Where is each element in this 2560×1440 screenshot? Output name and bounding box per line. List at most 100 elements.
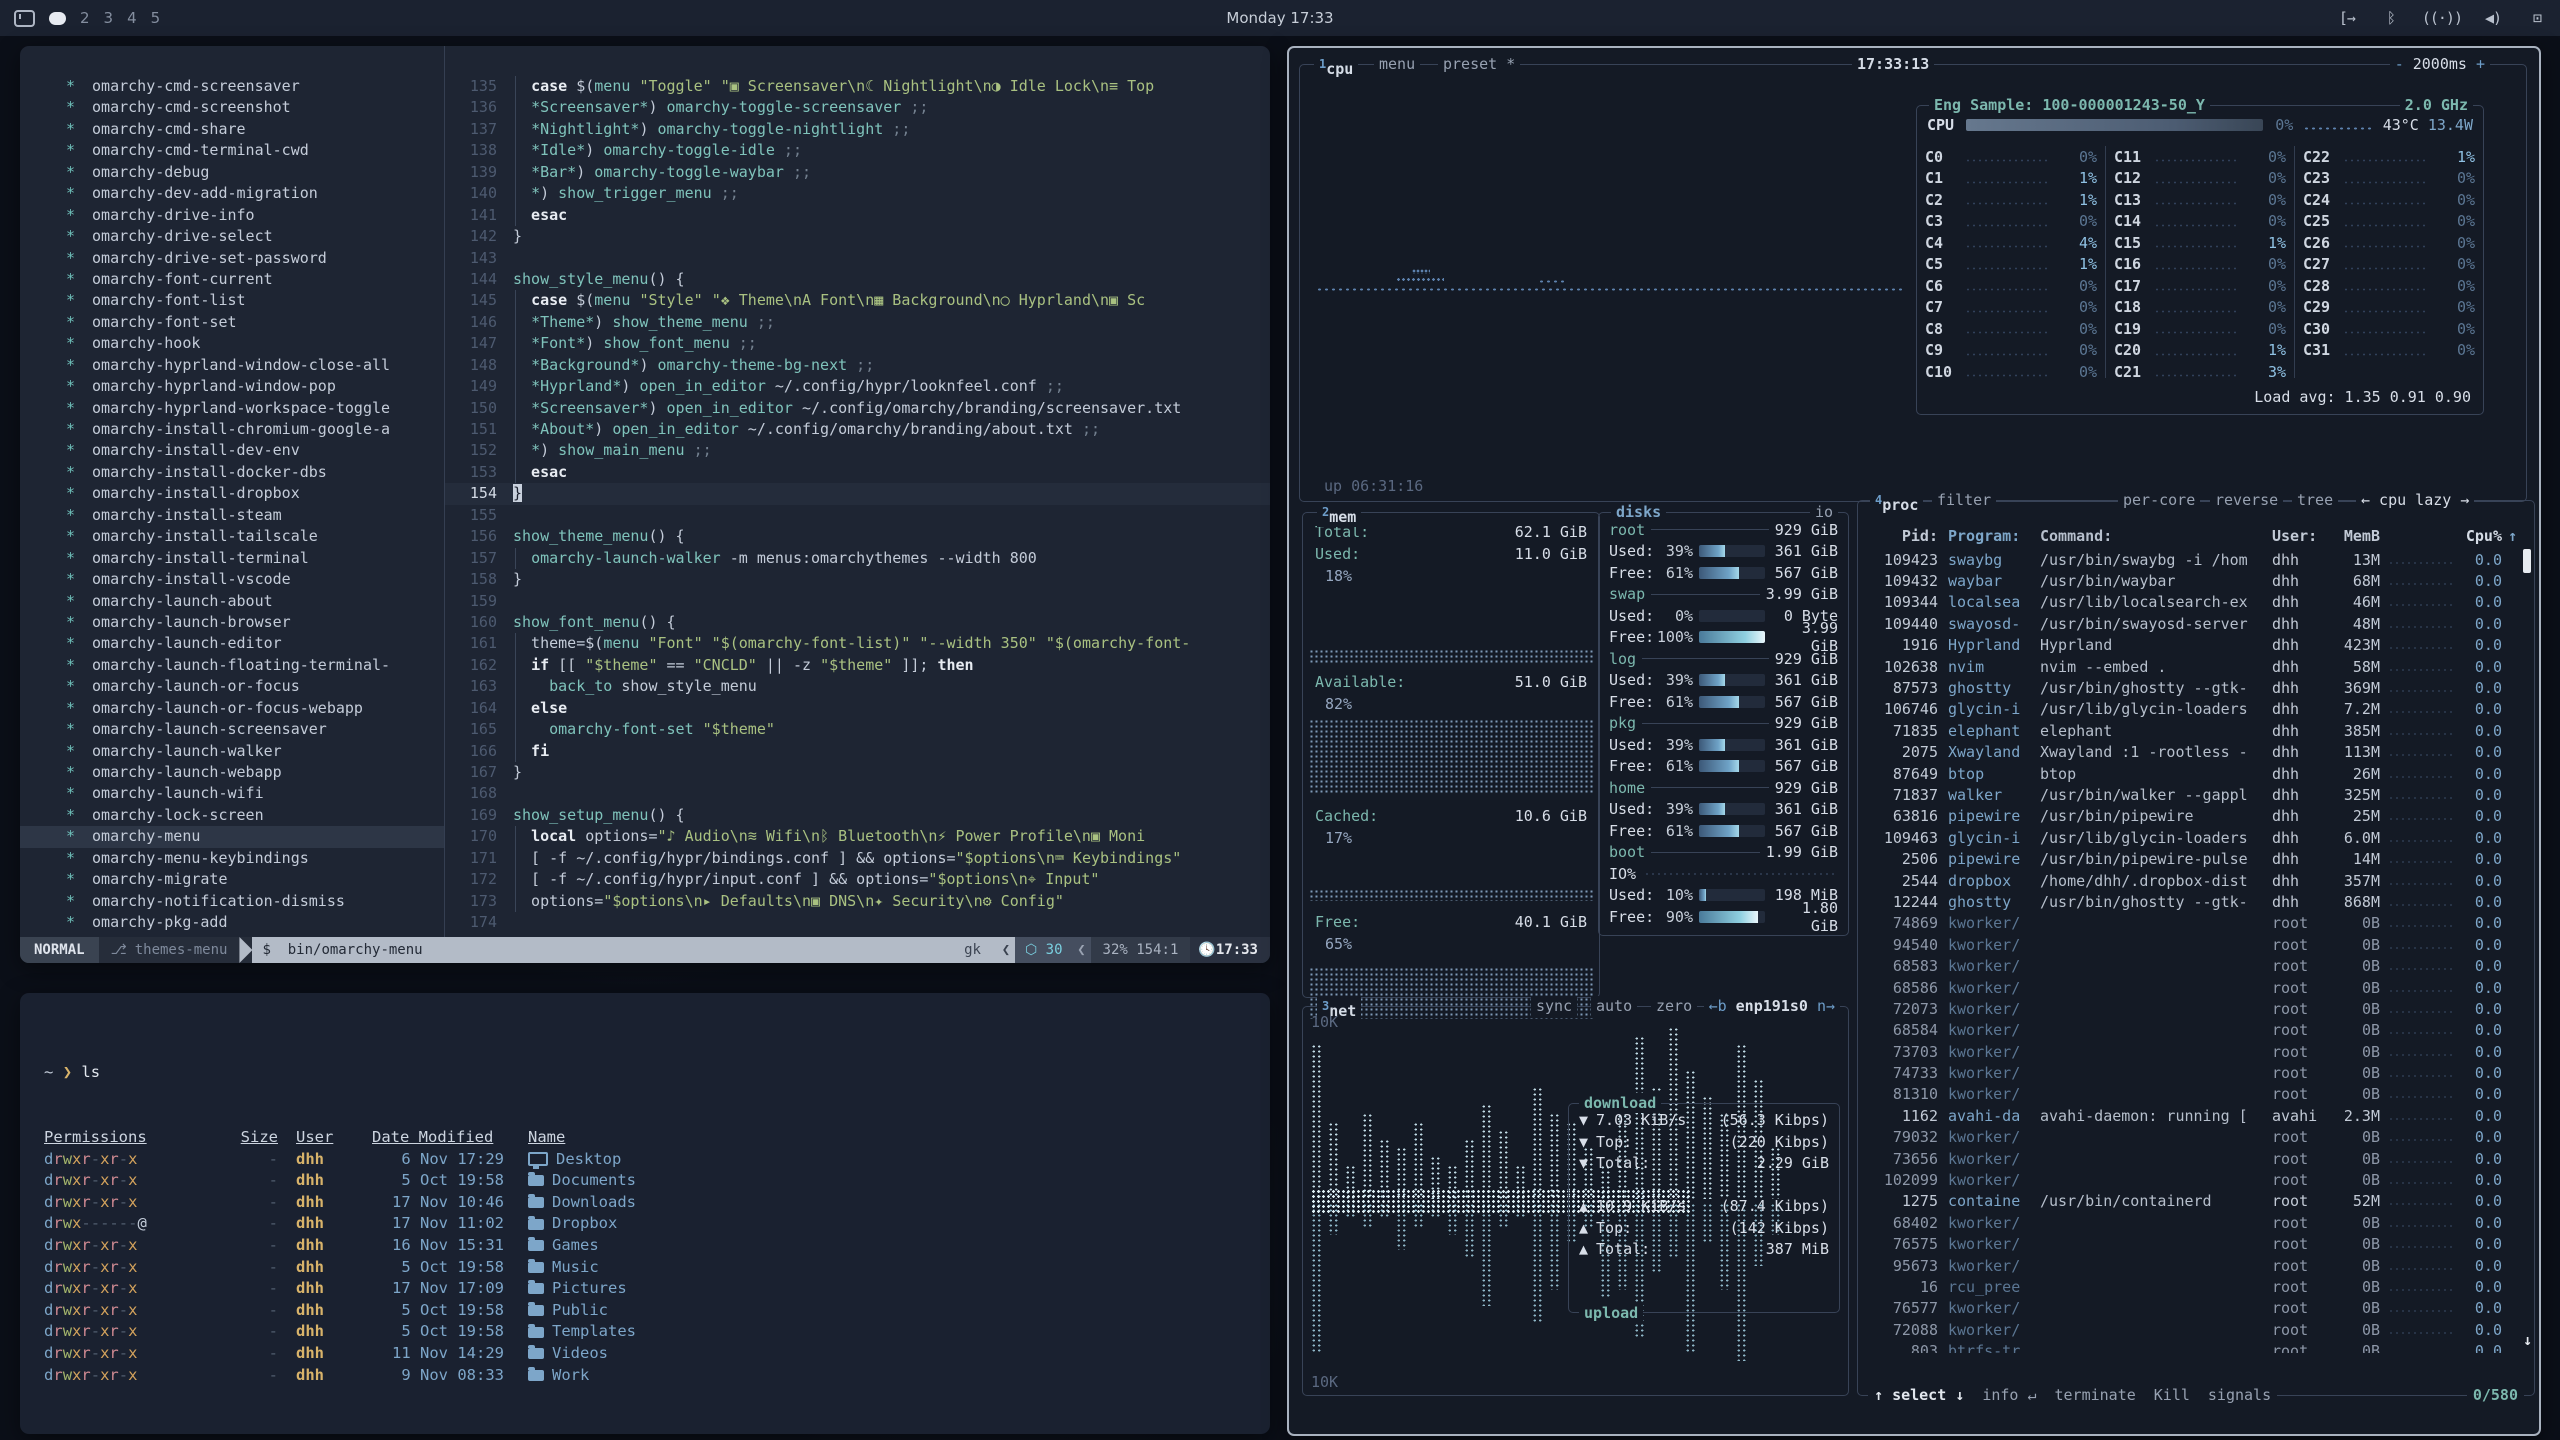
net-zero-button[interactable]: zero <box>1651 996 1697 1016</box>
net-auto-button[interactable]: auto <box>1591 996 1637 1016</box>
select-action[interactable]: select <box>1892 1386 1946 1404</box>
process-row[interactable]: 68586kworker/root0B0.0 <box>1858 977 2520 998</box>
interval-plus-button[interactable]: + <box>2476 55 2485 73</box>
file-item[interactable]: *omarchy-font-set <box>20 312 444 333</box>
menu-button[interactable]: menu <box>1374 54 1420 74</box>
file-item[interactable]: *omarchy-install-dropbox <box>20 483 444 504</box>
scroll-down-indicator[interactable]: ↓ <box>2523 1331 2532 1349</box>
process-row[interactable]: 68584kworker/root0B0.0 <box>1858 1020 2520 1041</box>
file-item[interactable]: *omarchy-cmd-share <box>20 119 444 140</box>
file-item[interactable]: *omarchy-launch-browser <box>20 612 444 633</box>
file-item[interactable]: *omarchy-notification-dismiss <box>20 891 444 912</box>
file-item[interactable]: *omarchy-install-steam <box>20 505 444 526</box>
process-row[interactable]: 1275containe/usr/bin/containerdroot52M0.… <box>1858 1191 2520 1212</box>
signals-action[interactable]: signals <box>2208 1384 2271 1406</box>
process-row[interactable]: 109463glycin-i/usr/lib/glycin-loadersdhh… <box>1858 827 2520 848</box>
file-item[interactable]: *omarchy-install-docker-dbs <box>20 462 444 483</box>
file-item[interactable]: *omarchy-menu-keybindings <box>20 848 444 869</box>
proc-scrollbar-thumb[interactable] <box>2523 549 2531 573</box>
net-sync-button[interactable]: sync <box>1531 996 1577 1016</box>
file-item[interactable]: *omarchy-launch-walker <box>20 741 444 762</box>
file-item[interactable]: *omarchy-hyprland-window-pop <box>20 376 444 397</box>
logout-icon[interactable]: [→ <box>2334 9 2360 27</box>
proc-filter-button[interactable]: filter <box>1932 490 1996 510</box>
io-mode-button[interactable]: io <box>1810 502 1838 522</box>
process-row[interactable]: 109432waybar/usr/bin/waybardhh68M0.0 <box>1858 570 2520 591</box>
file-item[interactable]: *omarchy-launch-about <box>20 591 444 612</box>
proc-reverse-button[interactable]: reverse <box>2210 490 2283 510</box>
process-row[interactable]: 2075XwaylandXwayland :1 -rootless -dhh11… <box>1858 742 2520 763</box>
proc-tree-button[interactable]: tree <box>2292 490 2338 510</box>
process-row[interactable]: 102638nvimnvim --embed .dhh58M0.0 <box>1858 656 2520 677</box>
file-item[interactable]: *omarchy-hyprland-window-close-all <box>20 355 444 376</box>
file-item[interactable]: *omarchy-launch-floating-terminal- <box>20 655 444 676</box>
process-row[interactable]: 73703kworker/root0B0.0 <box>1858 1041 2520 1062</box>
process-row[interactable]: 71837walker/usr/bin/walker --gappldhh325… <box>1858 784 2520 805</box>
process-row[interactable]: 2506pipewire/usr/bin/pipewire-pulsedhh14… <box>1858 848 2520 869</box>
process-row[interactable]: 109344localsea/usr/lib/localsearch-exdhh… <box>1858 592 2520 613</box>
volume-icon[interactable]: ◀) <box>2480 9 2506 27</box>
file-item[interactable]: *omarchy-launch-wifi <box>20 783 444 804</box>
file-item[interactable]: *omarchy-dev-add-migration <box>20 183 444 204</box>
process-row[interactable]: 81310kworker/root0B0.0 <box>1858 1084 2520 1105</box>
process-row[interactable]: 87573ghostty/usr/bin/ghostty --gtk-dhh36… <box>1858 677 2520 698</box>
process-row[interactable]: 68583kworker/root0B0.0 <box>1858 955 2520 976</box>
proc-per-core-button[interactable]: per-core <box>2118 490 2200 510</box>
process-row[interactable]: 74869kworker/root0B0.0 <box>1858 913 2520 934</box>
process-row[interactable]: 71835elephantelephantdhh385M0.0 <box>1858 720 2520 741</box>
proc-sort-selector[interactable]: ← cpu lazy → <box>2356 490 2474 510</box>
kill-action[interactable]: Kill <box>2154 1384 2190 1406</box>
process-row[interactable]: 94540kworker/root0B0.0 <box>1858 934 2520 955</box>
process-row[interactable]: 109440swayosd-/usr/bin/swayosd-serverdhh… <box>1858 613 2520 634</box>
process-row[interactable]: 68402kworker/root0B0.0 <box>1858 1212 2520 1233</box>
process-row[interactable]: 102099kworker/root0B0.0 <box>1858 1169 2520 1190</box>
file-item[interactable]: *omarchy-launch-or-focus <box>20 676 444 697</box>
process-row[interactable]: 76577kworker/root0B0.0 <box>1858 1298 2520 1319</box>
process-row[interactable]: 72088kworker/root0B0.0 <box>1858 1319 2520 1340</box>
bluetooth-icon[interactable]: ᛒ <box>2378 9 2404 27</box>
file-item[interactable]: *omarchy-drive-select <box>20 226 444 247</box>
process-row[interactable]: 63816pipewire/usr/bin/pipewiredhh25M0.0 <box>1858 806 2520 827</box>
process-row[interactable]: 16rcu_preeroot0B0.0 <box>1858 1276 2520 1297</box>
process-row[interactable]: 109423swaybg/usr/bin/swaybg -i /homdhh13… <box>1858 549 2520 570</box>
process-row[interactable]: 79032kworker/root0B0.0 <box>1858 1127 2520 1148</box>
file-item[interactable]: *omarchy-migrate <box>20 869 444 890</box>
network-icon[interactable]: ((·)) <box>2422 9 2462 27</box>
interval-minus-button[interactable]: - <box>2395 55 2404 73</box>
process-row[interactable]: 76575kworker/root0B0.0 <box>1858 1234 2520 1255</box>
file-item[interactable]: *omarchy-lock-screen <box>20 805 444 826</box>
iface-prev-button[interactable]: ←b <box>1709 997 1727 1015</box>
file-item[interactable]: *omarchy-install-terminal <box>20 548 444 569</box>
process-row[interactable]: 1162avahi-daavahi-daemon: running [avahi… <box>1858 1105 2520 1126</box>
file-item[interactable]: *omarchy-cmd-screenshot <box>20 97 444 118</box>
file-item[interactable]: *omarchy-font-current <box>20 269 444 290</box>
process-row[interactable]: 106746glycin-i/usr/lib/glycin-loadersdhh… <box>1858 699 2520 720</box>
file-item[interactable]: *omarchy-hyprland-workspace-toggle <box>20 398 444 419</box>
file-item[interactable]: *omarchy-install-tailscale <box>20 526 444 547</box>
file-item[interactable]: *omarchy-install-chromium-google-a <box>20 419 444 440</box>
terminate-action[interactable]: terminate <box>2055 1384 2136 1406</box>
process-row[interactable]: 73656kworker/root0B0.0 <box>1858 1148 2520 1169</box>
file-item[interactable]: *omarchy-launch-webapp <box>20 762 444 783</box>
process-row[interactable]: 72073kworker/root0B0.0 <box>1858 998 2520 1019</box>
info-action[interactable]: info ↵ <box>1982 1384 2036 1406</box>
process-row[interactable]: 2544dropbox/home/dhh/.dropbox-distdhh357… <box>1858 870 2520 891</box>
process-row[interactable]: 74733kworker/root0B0.0 <box>1858 1062 2520 1083</box>
file-item[interactable]: *omarchy-debug <box>20 162 444 183</box>
file-item[interactable]: *omarchy-font-list <box>20 290 444 311</box>
file-item[interactable]: *omarchy-cmd-screensaver <box>20 76 444 97</box>
file-item[interactable]: *omarchy-menu <box>20 826 444 847</box>
process-row[interactable]: 87649btopbtopdhh26M0.0 <box>1858 763 2520 784</box>
file-item[interactable]: *omarchy-install-vscode <box>20 569 444 590</box>
file-item[interactable]: *omarchy-drive-set-password <box>20 248 444 269</box>
preset-button[interactable]: preset * <box>1438 54 1520 74</box>
cpu-icon[interactable]: ⊡ <box>2524 9 2550 27</box>
file-item[interactable]: *omarchy-cmd-terminal-cwd <box>20 140 444 161</box>
file-item[interactable]: *omarchy-launch-screensaver <box>20 719 444 740</box>
file-item[interactable]: *omarchy-launch-or-focus-webapp <box>20 698 444 719</box>
process-row[interactable]: 803btrfs-trroot0B0.0 <box>1858 1340 2520 1353</box>
file-item[interactable]: *omarchy-hook <box>20 333 444 354</box>
process-row[interactable]: 1916HyprlandHyprlanddhh423M0.0 <box>1858 635 2520 656</box>
file-item[interactable]: *omarchy-launch-editor <box>20 633 444 654</box>
process-row[interactable]: 12244ghostty/usr/bin/ghostty --gtk-dhh86… <box>1858 891 2520 912</box>
